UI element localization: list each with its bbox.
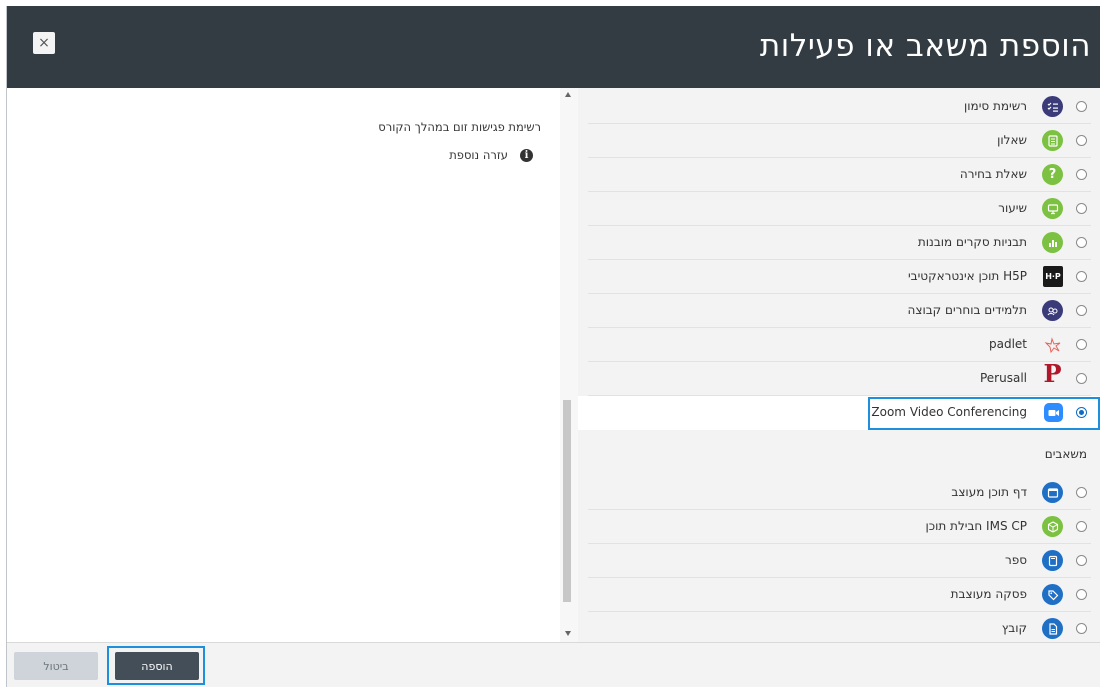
group-choice-icon [1042,300,1063,321]
activities-option[interactable]: P Perusall [578,359,1100,396]
h5p-icon: H·P [1043,266,1063,287]
selected-option-highlight [868,397,1100,430]
info-icon: i [520,148,533,162]
activities-option[interactable]: תבניות סקרים מובנות [578,226,1100,260]
option-radio[interactable] [1076,623,1087,634]
activity-details-pane: רשימת פגישות זום במהלך הקורס i עזרה נוספ… [7,88,562,642]
option-radio[interactable] [1076,555,1087,566]
option-label: שיעור [998,201,1027,215]
book-icon [1042,550,1063,571]
add-button[interactable]: הוספה [115,652,199,680]
option-radio[interactable] [1076,203,1087,214]
add-button-highlight: הוספה [107,646,205,685]
option-radio[interactable] [1076,589,1087,600]
option-radio[interactable] [1076,339,1087,350]
option-label: תבניות סקרים מובנות [917,235,1027,249]
option-radio[interactable] [1076,521,1087,532]
dialog-title: הוספת משאב או פעילות [759,28,1091,64]
scrollbar-thumb[interactable] [563,400,571,602]
page-icon [1042,482,1063,503]
dialog-footer: ביטול הוספה [7,642,1100,687]
option-label: תלמידים בוחרים קבוצה [907,303,1027,317]
ims-package-icon [1042,516,1063,537]
option-label: רשימת סימון [964,99,1027,113]
option-radio[interactable] [1076,271,1087,282]
close-icon: × [38,35,50,51]
close-button[interactable]: × [33,32,55,54]
label-icon [1042,584,1063,605]
scroll-down-arrow-icon[interactable] [565,631,571,636]
activities-option[interactable]: Zoom Video Conferencing [578,396,1100,430]
option-label: Perusall [979,371,1027,385]
option-label: שאלת בחירה [959,167,1027,181]
option-radio[interactable] [1076,101,1087,112]
checklist-icon [1042,96,1063,117]
scroll-up-arrow-icon[interactable] [565,92,571,97]
option-radio[interactable] [1076,373,1087,384]
dialog-body: רשימת פגישות זום במהלך הקורס i עזרה נוספ… [7,88,1100,642]
option-label: שאלון [997,133,1027,147]
option-radio[interactable] [1076,237,1087,248]
resources-option[interactable]: ספר [578,544,1100,578]
quiz-icon [1042,130,1063,151]
survey-icon [1042,232,1063,253]
activities-option[interactable]: ? שאלת בחירה [578,158,1100,192]
lesson-icon [1042,198,1063,219]
activities-option[interactable]: רשימת סימון [578,90,1100,124]
resources-section-heading: משאבים [1044,447,1087,461]
option-label: פסקה מעוצבת [950,587,1027,601]
perusall-icon: P [1043,359,1062,388]
file-icon [1042,618,1063,639]
add-activity-dialog: × הוספת משאב או פעילות רשימת פגישות זום … [6,6,1100,687]
option-label: ספר [1004,553,1027,567]
option-radio[interactable] [1076,305,1087,316]
option-label: חבילת תוכן IMS CP [925,519,1027,533]
activities-option[interactable]: שיעור [578,192,1100,226]
resources-option[interactable]: קובץ [578,612,1100,642]
activity-options-list: רשימת סימון שאלון? שאלת בחירה שיעור תבניות ס… [578,88,1100,642]
activities-option[interactable]: padlet [578,328,1100,362]
resources-option[interactable]: חבילת תוכן IMS CP [578,510,1100,544]
activities-option[interactable]: H·P תוכן אינטראקטיבי H5P [578,260,1100,294]
dialog-header: × הוספת משאב או פעילות [7,6,1100,88]
options-scrollbar[interactable] [560,88,578,642]
option-label: דף תוכן מעוצב [951,485,1027,499]
option-radio[interactable] [1076,169,1087,180]
more-help-link[interactable]: i עזרה נוספת [449,148,533,162]
more-help-label: עזרה נוספת [449,148,508,162]
resources-option[interactable]: דף תוכן מעוצב [578,476,1100,510]
option-radio[interactable] [1076,487,1087,498]
resources-option[interactable]: פסקה מעוצבת [578,578,1100,612]
option-radio[interactable] [1076,135,1087,146]
option-label: תוכן אינטראקטיבי H5P [908,269,1027,283]
padlet-icon [1042,334,1063,355]
option-label: padlet [988,337,1027,351]
option-label: קובץ [1001,621,1027,635]
activities-option[interactable]: שאלון [578,124,1100,158]
cancel-button[interactable]: ביטול [14,652,98,680]
activity-description: רשימת פגישות זום במהלך הקורס [378,120,541,134]
question-icon: ? [1042,164,1063,185]
activities-option[interactable]: תלמידים בוחרים קבוצה [578,294,1100,328]
